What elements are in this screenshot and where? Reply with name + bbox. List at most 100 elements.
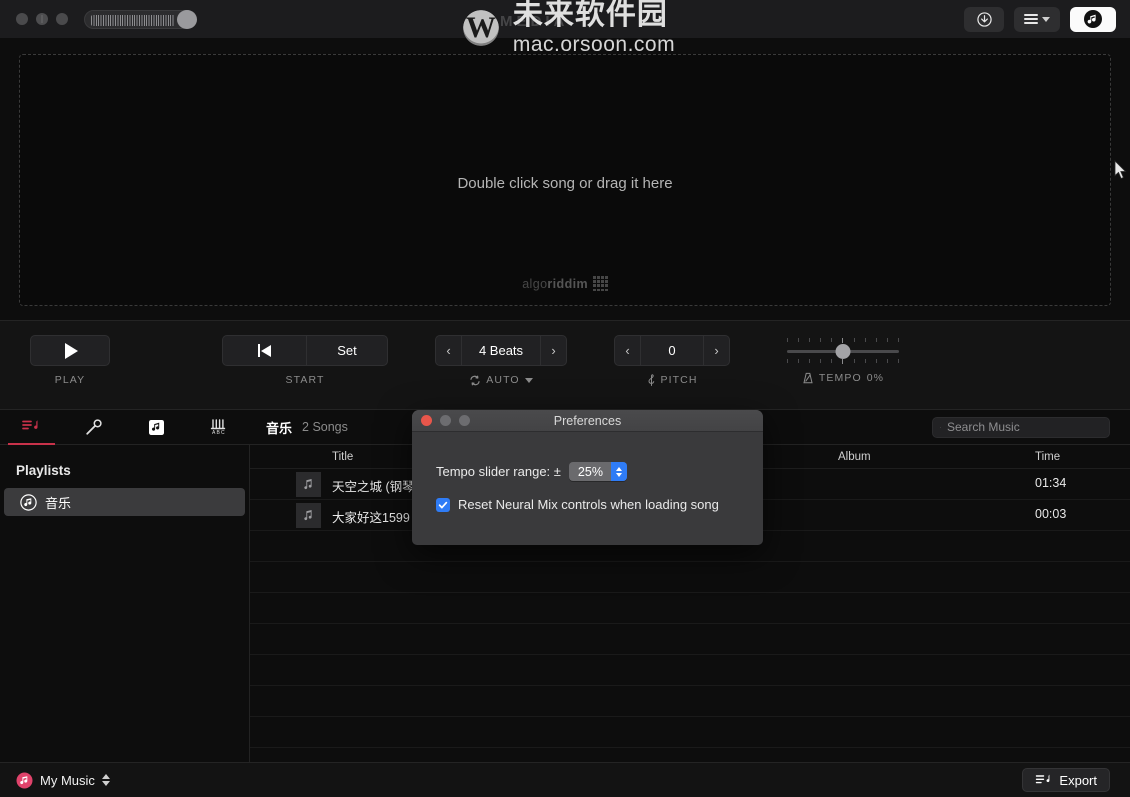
music-library-button[interactable] <box>1070 6 1116 32</box>
pitch-increment-button[interactable]: › <box>704 335 730 366</box>
chevron-updown-icon[interactable] <box>610 462 627 481</box>
tempo-label-row: TEMPO 0% <box>802 372 884 384</box>
playlist-sidebar: Playlists 音乐 <box>0 445 250 762</box>
tempo-knob[interactable] <box>835 344 851 359</box>
reset-neural-mix-label: Reset Neural Mix controls when loading s… <box>458 497 719 512</box>
reset-neural-mix-checkbox[interactable] <box>436 497 450 512</box>
deck-drop-zone[interactable]: Double click song or drag it here algori… <box>19 54 1111 306</box>
pitch-decrement-button[interactable]: ‹ <box>614 335 640 366</box>
sidebar-item-label: 音乐 <box>45 495 72 511</box>
menu-button[interactable] <box>1014 6 1060 32</box>
preferences-body: Tempo slider range: ± 25% Reset Neural M… <box>412 432 763 512</box>
tab-samples[interactable]: ABC <box>188 410 251 445</box>
bottom-bar: My Music Export <box>0 762 1130 797</box>
cue-start-button[interactable] <box>222 335 306 366</box>
preferences-titlebar: Preferences <box>412 410 763 432</box>
beats-stepper: ‹ 4 Beats › <box>435 335 567 366</box>
music-circle-icon <box>20 493 37 511</box>
tab-microphone[interactable] <box>63 410 126 445</box>
beats-value: 4 Beats <box>461 335 541 366</box>
svg-text:B: B <box>216 430 220 436</box>
sidebar-item-music[interactable]: 音乐 <box>4 488 245 516</box>
library-tabs: ABC <box>0 410 250 445</box>
transport-bar: PLAY Set START ‹ 4 Beats › AUTO ‹ 0 › PI… <box>0 320 1130 410</box>
svg-text:A: A <box>212 430 216 436</box>
search-box[interactable] <box>932 416 1110 438</box>
song-count: 2 Songs <box>302 420 348 434</box>
beats-mode-row[interactable]: AUTO <box>469 374 533 386</box>
play-icon <box>64 342 78 359</box>
tempo-ticks-top <box>787 338 899 343</box>
preferences-dialog: Preferences Tempo slider range: ± 25% Re… <box>412 410 763 545</box>
pitch-value: 0 <box>640 335 704 366</box>
table-row-empty <box>250 624 1130 655</box>
beats-decrement-button[interactable]: ‹ <box>435 335 461 366</box>
waveform-zoom-slider[interactable] <box>84 9 197 29</box>
play-label: PLAY <box>54 374 86 386</box>
set-start-button[interactable]: Set <box>306 335 388 366</box>
play-group: PLAY <box>30 335 110 386</box>
track-artwork <box>296 472 321 497</box>
waveform-zoom-track <box>91 14 175 26</box>
brand-light: algo <box>522 276 548 291</box>
column-header-title[interactable]: Title <box>332 451 353 463</box>
tempo-label: TEMPO <box>818 372 862 384</box>
sidebar-header: Playlists <box>16 463 71 478</box>
window-traffic-lights <box>16 13 68 25</box>
table-row-empty <box>250 686 1130 717</box>
tab-playlists[interactable] <box>0 410 63 445</box>
chevron-down-icon[interactable] <box>524 377 533 383</box>
table-row-empty <box>250 593 1130 624</box>
start-group: Set START <box>222 335 388 386</box>
reset-neural-mix-row[interactable]: Reset Neural Mix controls when loading s… <box>436 497 763 512</box>
export-button[interactable]: Export <box>1022 768 1110 792</box>
pitch-group: ‹ 0 › PITCH <box>614 335 730 386</box>
close-window-button[interactable] <box>16 13 28 25</box>
checkmark-icon <box>438 501 448 508</box>
brand-bold: riddim <box>547 276 589 291</box>
tab-albums[interactable] <box>125 410 188 445</box>
play-button[interactable] <box>30 335 110 366</box>
brand-grid-icon <box>593 276 608 291</box>
pitch-label-row: PITCH <box>647 374 698 386</box>
tempo-range-label: Tempo slider range: ± <box>436 464 561 479</box>
music-note-icon <box>304 479 312 490</box>
download-button[interactable] <box>964 6 1004 32</box>
tempo-group: TEMPO 0% <box>778 338 908 384</box>
track-title: 天空之城 (钢琴 <box>332 480 415 494</box>
dj-app-window: MEDIA 未来软件园 mac.orsoon.com Double click … <box>0 0 1130 797</box>
window-titlebar <box>0 0 1130 38</box>
table-row-empty <box>250 717 1130 748</box>
music-source-selector[interactable]: My Music <box>16 772 110 789</box>
column-header-album[interactable]: Album <box>838 451 871 463</box>
loop-icon <box>470 375 480 385</box>
tempo-range-select[interactable]: 25% <box>568 462 627 481</box>
sampler-pads-icon: ABC <box>210 419 225 436</box>
music-note-icon <box>304 510 312 521</box>
tempo-slider[interactable] <box>787 338 899 364</box>
search-input[interactable] <box>947 420 1102 434</box>
download-circle-icon <box>976 11 992 27</box>
music-source-label: My Music <box>40 772 95 788</box>
tempo-range-value: 25% <box>577 464 603 479</box>
minimize-window-button[interactable] <box>36 13 48 25</box>
tempo-ticks-bottom <box>787 359 899 364</box>
titlebar-actions <box>964 6 1116 32</box>
tempo-range-row: Tempo slider range: ± 25% <box>436 462 763 481</box>
waveform-zoom-knob[interactable] <box>177 9 197 29</box>
chevron-down-icon <box>1042 16 1050 22</box>
microphone-icon <box>86 418 102 435</box>
track-artwork <box>296 503 321 528</box>
table-row-empty <box>250 562 1130 593</box>
column-header-time[interactable]: Time <box>1035 451 1060 463</box>
chevron-updown-icon[interactable] <box>101 774 110 786</box>
hamburger-menu-icon <box>1024 14 1038 24</box>
music-album-icon <box>148 419 164 435</box>
algoriddim-logo: algoriddim <box>20 276 1110 291</box>
beats-group: ‹ 4 Beats › AUTO <box>435 335 567 386</box>
beats-increment-button[interactable]: › <box>541 335 567 366</box>
mouse-cursor <box>1114 160 1127 180</box>
treble-clef-icon <box>647 374 654 386</box>
start-label: START <box>285 374 325 386</box>
zoom-window-button[interactable] <box>56 13 68 25</box>
